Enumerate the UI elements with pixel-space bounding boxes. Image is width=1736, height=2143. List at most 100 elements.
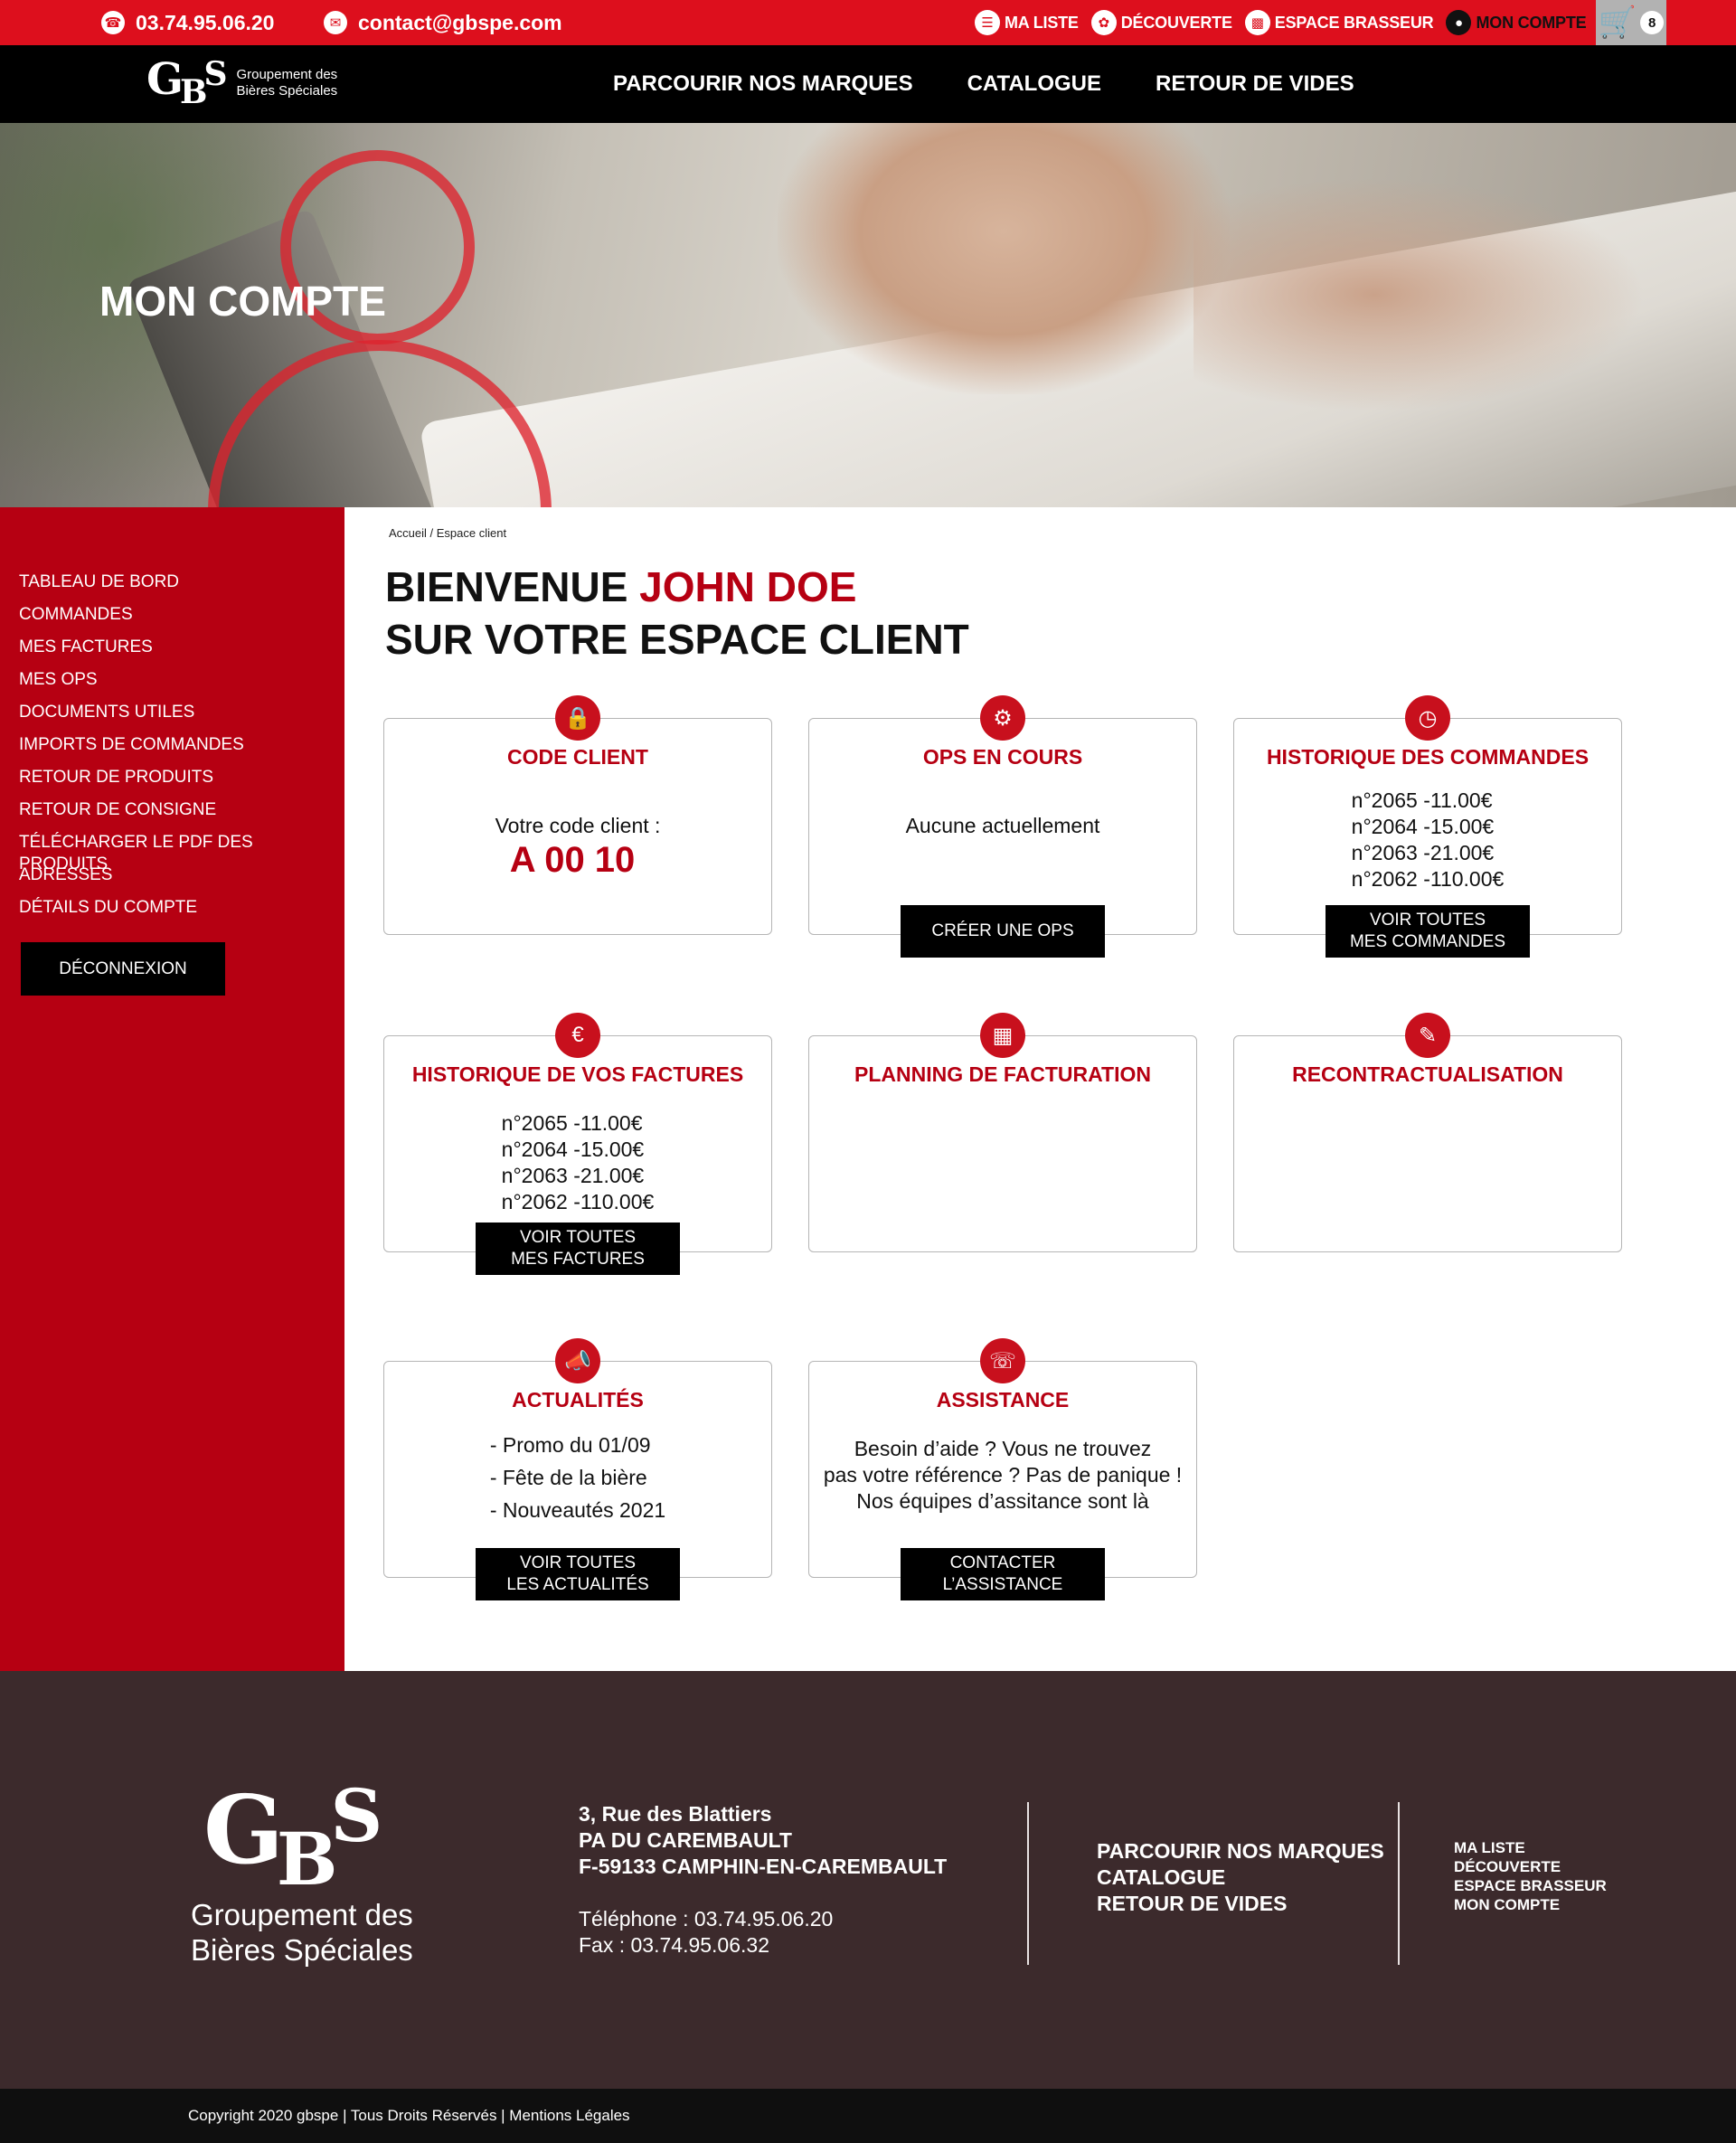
invoice-euro-icon: € [555,1013,600,1058]
headset-icon: ☏ [980,1338,1025,1383]
view-all-invoices-button[interactable]: VOIR TOUTES MES FACTURES [476,1223,680,1275]
welcome-heading: BIENVENUE JOHN DOE SUR VOTRE ESPACE CLIE… [385,563,969,663]
nav-retour-vides[interactable]: RETOUR DE VIDES [1156,71,1354,97]
sidebar-item-factures[interactable]: MES FACTURES [19,637,344,669]
mon-compte-link[interactable]: ● MON COMPTE [1446,10,1587,35]
footer-nav-vides[interactable]: RETOUR DE VIDES [1097,1891,1384,1917]
list-item[interactable]: n°2065 -11.00€ [1352,788,1505,814]
footer-nav-marques[interactable]: PARCOURIR NOS MARQUES [1097,1838,1384,1865]
card-title: OPS EN COURS [922,745,1083,769]
breadcrumb[interactable]: Accueil / Espace client [389,526,506,540]
user-name: JOHN DOE [639,563,857,610]
list-item[interactable]: - Promo du 01/09 [490,1429,665,1461]
view-all-news-button[interactable]: VOIR TOUTES LES ACTUALITÉS [476,1548,680,1600]
account-links: ☰ MA LISTE ✿ DÉCOUVERTE ▩ ESPACE BRASSEU… [975,0,1599,45]
card-title: CODE CLIENT [507,745,648,769]
sidebar-item-retour-produits[interactable]: RETOUR DE PRODUITS [19,767,344,799]
cart-count-badge: 8 [1640,11,1665,34]
email-address: contact@gbspe.com [358,10,562,34]
gbs-logo[interactable]: GBS Groupement des Bières Spéciales [146,58,337,109]
footer-phone[interactable]: Téléphone : 03.74.95.06.20 [579,1906,947,1932]
logo-line-1: Groupement des [236,67,338,82]
copyright-bar: Copyright 2020 gbspe | Tous Droits Réser… [0,2089,1736,2143]
phone-icon: ☎ [101,11,125,34]
sidebar-item-details-compte[interactable]: DÉTAILS DU COMPTE [19,897,344,930]
ma-liste-link[interactable]: ☰ MA LISTE [975,10,1079,35]
invoice-list: n°2065 -11.00€ n°2064 -15.00€ n°2063 -21… [502,1110,655,1215]
cart-button[interactable]: 🛒 8 [1596,0,1666,45]
contact-support-button[interactable]: CONTACTER L’ASSISTANCE [901,1548,1105,1600]
list-item[interactable]: - Nouveautés 2021 [490,1494,665,1526]
card-invoice-history: € HISTORIQUE DE VOS FACTURES n°2065 -11.… [383,1013,772,1275]
top-bar: ☎ 03.74.95.06.20 ✉ contact@gbspe.com ☰ M… [0,0,1736,45]
sidebar-item-tableau-de-bord[interactable]: TABLEAU DE BORD [19,571,344,604]
logo-line-2: Bières Spéciales [236,83,338,99]
news-list: - Promo du 01/09 - Fête de la bière - No… [490,1429,665,1526]
list-item[interactable]: n°2063 -21.00€ [502,1163,655,1189]
decouverte-link[interactable]: ✿ DÉCOUVERTE [1090,10,1232,35]
card-news: 📣 ACTUALITÉS - Promo du 01/09 - Fête de … [383,1338,772,1600]
sidebar-item-imports[interactable]: IMPORTS DE COMMANDES [19,734,344,767]
footer-address: 3, Rue des Blattiers PA DU CAREMBAULT F-… [579,1802,948,1957]
card-ops: ⚙ OPS EN COURS Aucune actuellement CRÉER… [808,695,1197,958]
client-code-value: A 00 10 [509,840,636,880]
account-sidebar: TABLEAU DE BORD COMMANDES MES FACTURES M… [0,507,344,1671]
list-item[interactable]: n°2063 -21.00€ [1352,840,1505,866]
ops-status-text: Aucune actuellement [905,814,1100,837]
list-icon: ☰ [975,10,1000,35]
card-billing-planning[interactable]: ▦ PLANNING DE FACTURATION [808,1013,1197,1252]
gears-icon: ⚙ [980,695,1025,741]
document-edit-icon: ✎ [1405,1013,1450,1058]
card-title: ACTUALITÉS [512,1388,644,1411]
email-link[interactable]: ✉ contact@gbspe.com [324,0,562,45]
phone-link[interactable]: ☎ 03.74.95.06.20 [101,0,274,45]
card-title: HISTORIQUE DE VOS FACTURES [411,1062,744,1086]
sidebar-item-adresses[interactable]: ADRESSES [19,864,344,897]
logo-mark: GBS [146,54,227,111]
main-navbar: GBS Groupement des Bières Spéciales PARC… [0,45,1736,123]
clock-document-icon: ◷ [1405,695,1450,741]
sidebar-item-ops[interactable]: MES OPS [19,669,344,702]
footer-nav-mon-compte[interactable]: MON COMPTE [1454,1895,1607,1914]
card-title: PLANNING DE FACTURATION [854,1062,1151,1086]
decouverte-label: DÉCOUVERTE [1120,13,1232,32]
list-item[interactable]: - Fête de la bière [490,1461,665,1494]
ma-liste-label: MA LISTE [1005,13,1079,32]
basket-icon: 🛒 [1598,5,1637,40]
mail-icon: ✉ [324,11,347,34]
sidebar-item-retour-consigne[interactable]: RETOUR DE CONSIGNE [19,799,344,832]
create-ops-button[interactable]: CRÉER UNE OPS [901,905,1105,958]
footer-logo[interactable]: GBS [203,1780,382,1895]
main-menu: PARCOURIR NOS MARQUES CATALOGUE RETOUR D… [613,45,1409,123]
espace-brasseur-label: ESPACE BRASSEUR [1274,13,1434,32]
list-item[interactable]: n°2064 -15.00€ [502,1137,655,1163]
sidebar-item-pdf-produits[interactable]: TÉLÉCHARGER LE PDF DES PRODUITS [19,832,344,873]
lock-icon: 🔒 [555,695,600,741]
list-item[interactable]: n°2062 -110.00€ [502,1189,655,1215]
hero-title: MON COMPTE [99,278,386,325]
sidebar-item-documents[interactable]: DOCUMENTS UTILES [19,702,344,734]
card-title: ASSISTANCE [936,1388,1070,1411]
list-item[interactable]: n°2062 -110.00€ [1352,866,1505,892]
hand-image [778,123,1230,394]
card-title: RECONTRACTUALISATION [1292,1062,1563,1086]
sidebar-item-commandes[interactable]: COMMANDES [19,604,344,637]
client-code-label: Votre code client : [495,814,661,837]
view-all-orders-button[interactable]: VOIR TOUTES MES COMMANDES [1326,905,1530,958]
footer-nav-catalogue[interactable]: CATALOGUE [1097,1865,1384,1891]
hops-icon: ✿ [1090,10,1117,35]
nav-catalogue[interactable]: CATALOGUE [967,71,1101,97]
logout-button[interactable]: DÉCONNEXION [21,942,225,996]
list-item[interactable]: n°2064 -15.00€ [1352,814,1505,840]
nav-parcourir-marques[interactable]: PARCOURIR NOS MARQUES [613,71,913,97]
footer-divider [1398,1802,1400,1965]
footer-nav-ma-liste[interactable]: MA LISTE [1454,1838,1607,1857]
card-assistance: ☏ ASSISTANCE Besoin d’aide ? Vous ne tro… [808,1338,1197,1600]
footer-nav-decouverte[interactable]: DÉCOUVERTE [1454,1857,1607,1876]
card-code-client: 🔒 CODE CLIENT Votre code client : A 00 1… [383,695,772,935]
card-recontract[interactable]: ✎ RECONTRACTUALISATION [1233,1013,1622,1252]
list-item[interactable]: n°2065 -11.00€ [502,1110,655,1137]
copyright-text: Copyright 2020 gbspe | Tous Droits Réser… [188,2107,630,2124]
footer-nav-espace-brasseur[interactable]: ESPACE BRASSEUR [1454,1876,1607,1895]
espace-brasseur-link[interactable]: ▩ ESPACE BRASSEUR [1244,10,1434,35]
